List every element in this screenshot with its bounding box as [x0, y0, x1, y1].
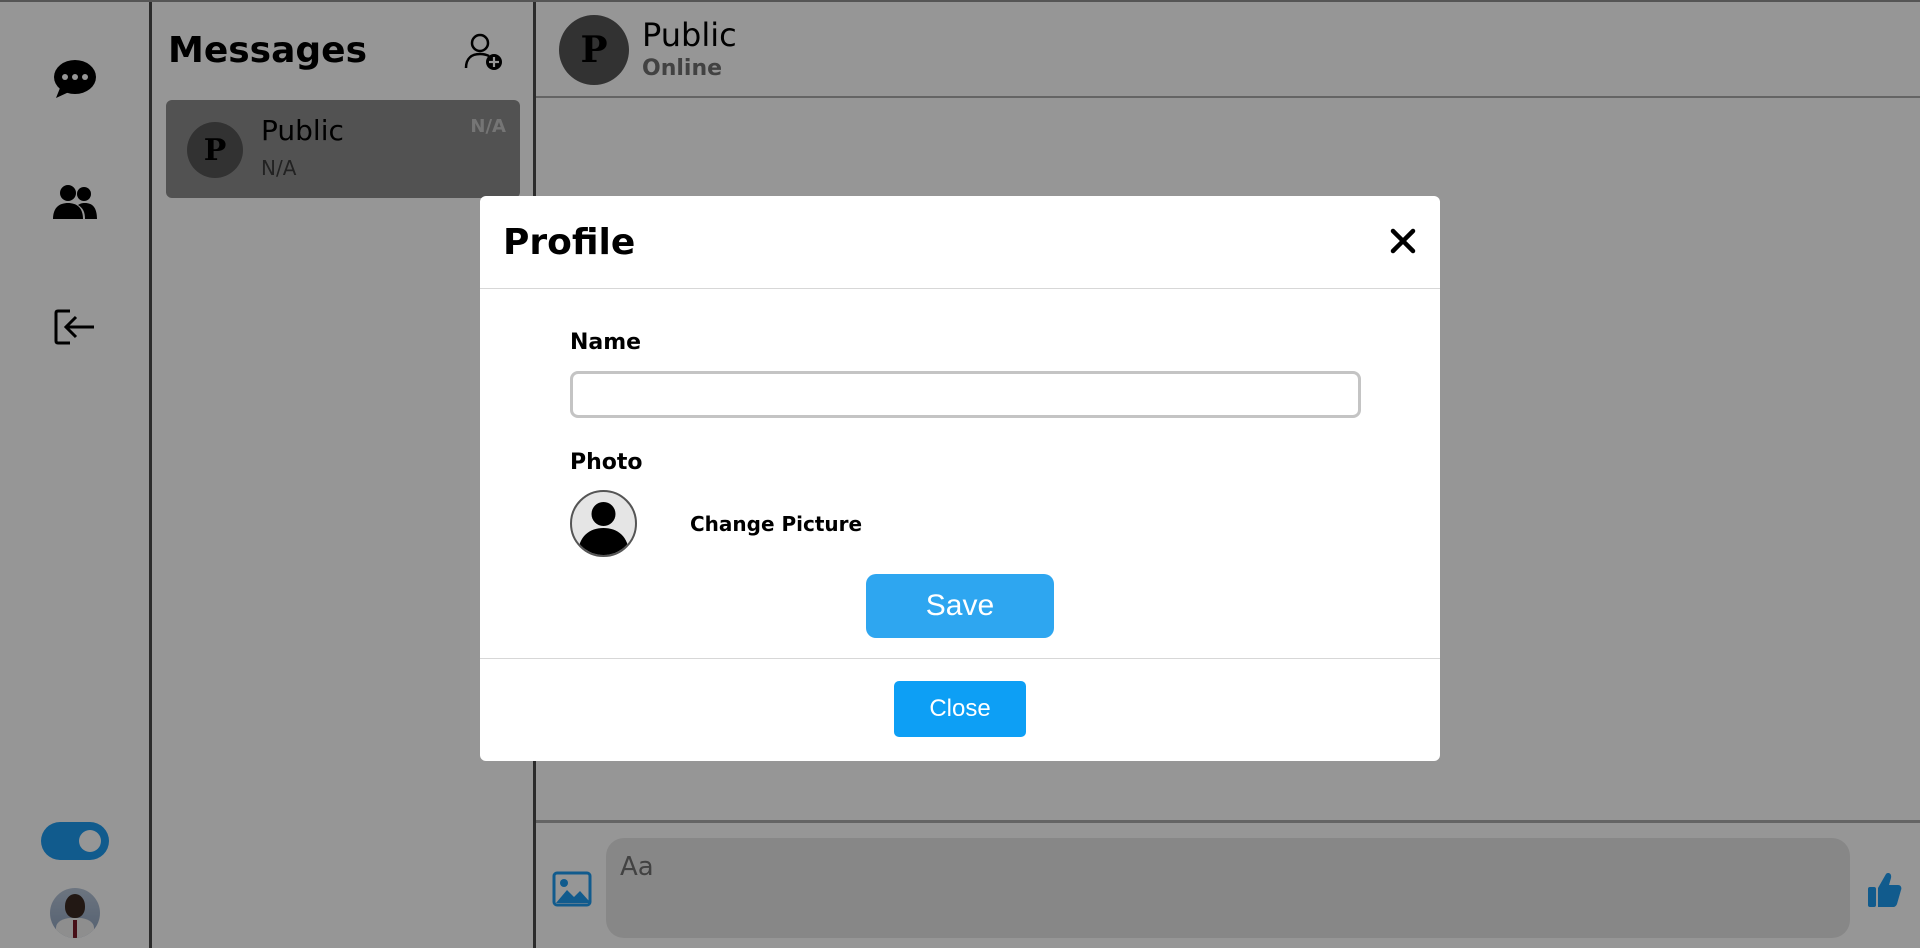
name-label: Name [570, 330, 642, 355]
name-input[interactable] [570, 371, 1361, 418]
modal-body: Name Photo Change Picture Save [480, 290, 1440, 652]
close-icon[interactable] [1388, 226, 1418, 256]
modal-footer: Close [480, 658, 1440, 761]
modal-header: Profile [480, 196, 1440, 289]
profile-modal: Profile Name Photo Change Picture Save C… [480, 196, 1440, 761]
save-button[interactable]: Save [866, 574, 1054, 638]
modal-title: Profile [503, 222, 636, 263]
close-button[interactable]: Close [894, 681, 1026, 737]
profile-photo [570, 490, 637, 557]
photo-label: Photo [570, 450, 643, 475]
change-picture-button[interactable]: Change Picture [690, 512, 862, 536]
messenger-app: Messages P Public N/A N/A P Public Onlin… [0, 0, 1920, 948]
